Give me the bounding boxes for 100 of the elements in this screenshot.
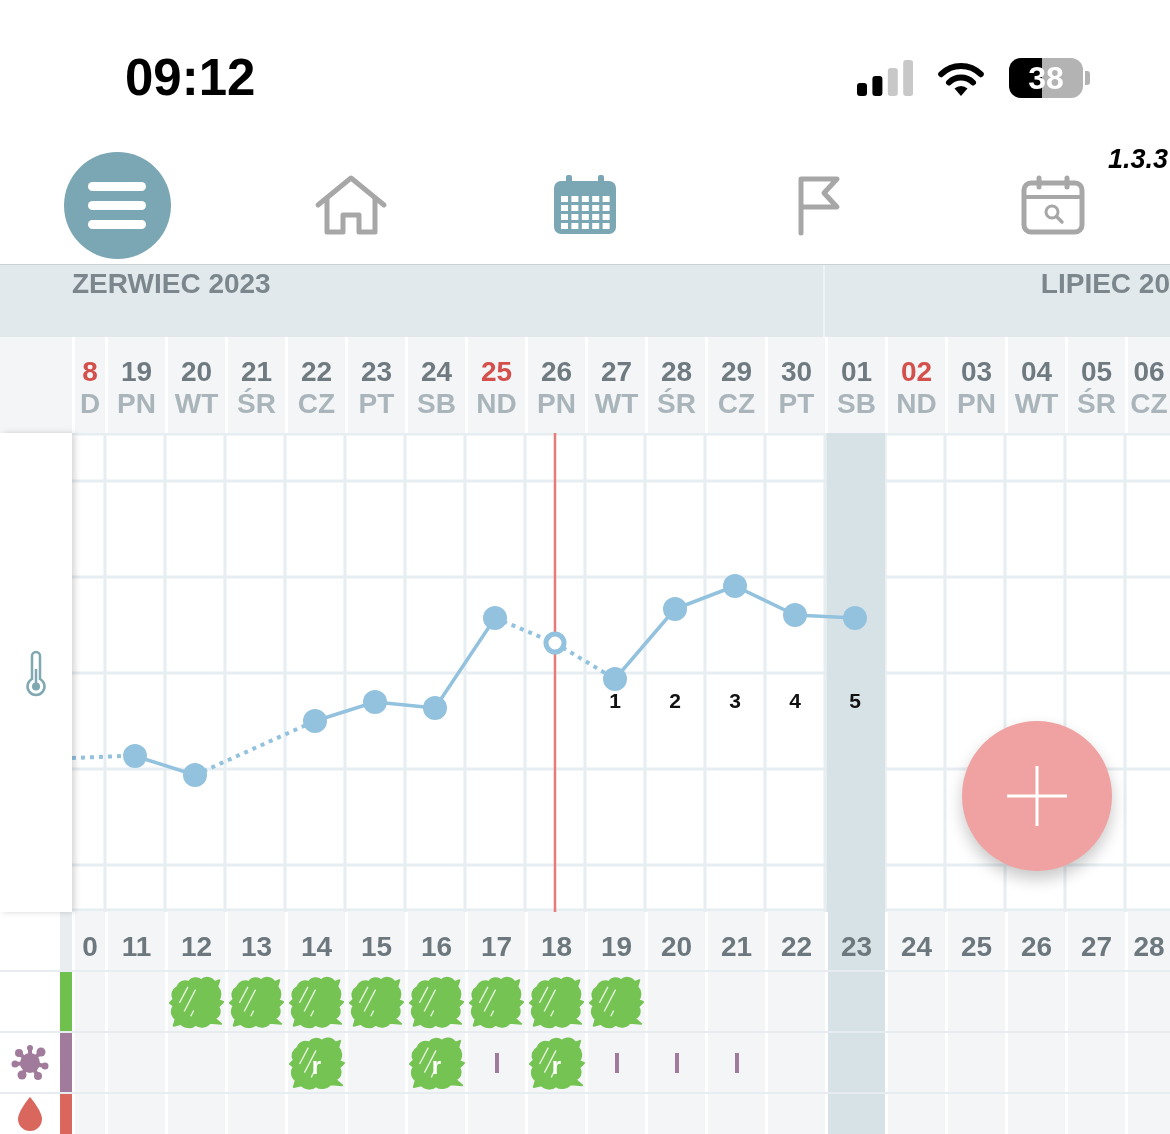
cycle-day-label: 1 — [609, 689, 621, 712]
mark-letter: r — [311, 1053, 322, 1078]
day-count: 26 — [1020, 931, 1053, 963]
temperature-point — [723, 574, 747, 598]
flag-icon — [796, 174, 842, 236]
flag-tab[interactable] — [796, 174, 842, 236]
weekday-label: PT — [358, 388, 395, 420]
add-button[interactable] — [962, 721, 1112, 871]
temperature-point — [483, 606, 507, 630]
weekday-label: WT — [1014, 388, 1059, 420]
scribble-icon — [287, 1034, 346, 1091]
day-number: 25 — [480, 356, 513, 388]
temperature-point — [603, 667, 627, 691]
scribble-icon — [407, 1034, 466, 1091]
day-count: 24 — [900, 931, 933, 963]
day-count: 16 — [420, 931, 453, 963]
day-number: 29 — [720, 356, 753, 388]
weekday-label: WT — [174, 388, 219, 420]
day-number: 23 — [360, 356, 393, 388]
temperature-point — [663, 597, 687, 621]
day-count: 22 — [780, 931, 813, 963]
day-count: 14 — [300, 931, 333, 963]
calendar-tab[interactable] — [553, 175, 617, 235]
day-number: 30 — [780, 356, 813, 388]
day-count: 15 — [360, 931, 393, 963]
month-label: ZERWIEC 2023 — [72, 268, 271, 300]
temperature-point — [423, 696, 447, 720]
status-time: 09:12 — [125, 50, 256, 106]
drop-icon — [16, 1096, 44, 1132]
day-number: 03 — [960, 356, 993, 388]
stroke-mark-icon — [674, 1052, 679, 1073]
day-number: 22 — [300, 356, 333, 388]
day-number: 24 — [420, 356, 453, 388]
day-number: 02 — [900, 356, 933, 388]
mark-letter: r — [551, 1053, 562, 1078]
weekday-label: PT — [778, 388, 815, 420]
day-count: 23 — [840, 931, 873, 963]
day-number: 26 — [540, 356, 573, 388]
day-count: 27 — [1080, 931, 1113, 963]
cycle-day-label: 2 — [669, 689, 681, 712]
weekday-label: D — [79, 388, 101, 420]
cycle-day-label: 5 — [849, 689, 861, 712]
thermometer-icon — [25, 648, 47, 697]
day-count: 21 — [720, 931, 753, 963]
day-number: 20 — [180, 356, 213, 388]
day-number: 06 — [1133, 356, 1165, 388]
day-count: 0 — [82, 931, 98, 963]
day-count: 17 — [480, 931, 513, 963]
weekday-label: PN — [957, 388, 996, 420]
day-count: 11 — [121, 931, 152, 963]
version-label: 1.3.3 — [1107, 144, 1168, 174]
weekday-label: ŚR — [1077, 388, 1116, 420]
plus-icon — [1007, 766, 1067, 826]
temperature-point — [843, 606, 867, 630]
day-count: 13 — [240, 931, 273, 963]
temperature-point — [183, 763, 207, 787]
day-number: 28 — [660, 356, 693, 388]
weekday-label: WT — [594, 388, 639, 420]
weekday-label: SB — [417, 388, 456, 420]
home-icon — [314, 174, 388, 236]
signal-icon — [857, 60, 913, 96]
day-count: 18 — [540, 931, 573, 963]
calendar-search-icon — [1021, 175, 1085, 235]
weekday-label: ŚR — [657, 388, 696, 420]
stroke-mark-icon — [614, 1052, 619, 1073]
day-number: 19 — [120, 356, 153, 388]
weekday-label: CZ — [1130, 388, 1168, 420]
weekday-label: PN — [117, 388, 156, 420]
weekday-label: ND — [896, 388, 937, 420]
stroke-mark-icon — [734, 1052, 739, 1073]
weekday-label: SB — [837, 388, 876, 420]
day-number: 04 — [1020, 356, 1053, 388]
hollow-temperature-point — [543, 631, 567, 655]
cycle-day-label: 4 — [789, 689, 801, 712]
month-label: LIPIEC 20 — [1040, 268, 1170, 300]
weekday-label: ND — [476, 388, 517, 420]
day-number: 05 — [1080, 356, 1113, 388]
day-number: 01 — [840, 356, 873, 388]
weekday-label: ŚR — [237, 388, 276, 420]
calendar-icon — [553, 175, 617, 235]
temperature-point — [303, 709, 327, 733]
menu-icon — [88, 181, 146, 229]
day-count: 28 — [1133, 931, 1165, 963]
cycle-day-label: 3 — [729, 689, 741, 712]
day-number: 27 — [600, 356, 633, 388]
mark-letter: r — [431, 1053, 442, 1078]
stroke-mark-icon — [494, 1052, 499, 1073]
weekday-label: CZ — [297, 388, 336, 420]
day-number: 21 — [240, 356, 273, 388]
temperature-point — [783, 603, 807, 627]
day-count: 19 — [600, 931, 633, 963]
splat-icon — [10, 1043, 50, 1082]
day-count: 25 — [960, 931, 993, 963]
day-number: 8 — [82, 356, 98, 388]
calendar-search-tab[interactable] — [1021, 175, 1085, 235]
home-tab[interactable] — [314, 174, 388, 236]
scribble-icon — [527, 1034, 586, 1091]
temperature-point — [123, 744, 147, 768]
temperature-point — [363, 690, 387, 714]
weekday-label: CZ — [717, 388, 756, 420]
